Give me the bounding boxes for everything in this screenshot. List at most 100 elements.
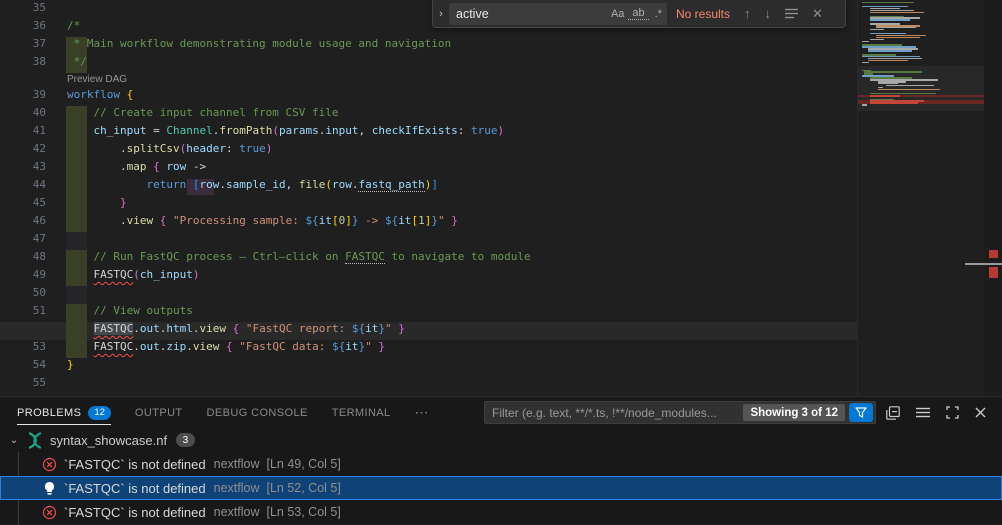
problem-row[interactable]: `FASTQC` is not definednextflow[Ln 49, C… — [0, 452, 1002, 476]
panel-more-tabs-icon[interactable]: ⋯ — [415, 397, 430, 428]
minimap-line — [868, 50, 912, 51]
code-text: FASTQC.out.html.view { "FastQC report: $… — [67, 322, 405, 340]
scroll-position-marker — [965, 263, 1002, 265]
code-text: */ — [67, 55, 87, 73]
problem-row[interactable]: `FASTQC` is not definednextflow[Ln 53, C… — [0, 500, 1002, 524]
panel-actions — [886, 397, 986, 428]
find-input[interactable] — [450, 7, 607, 21]
error-icon — [42, 505, 57, 520]
close-panel-icon[interactable] — [975, 407, 986, 418]
problem-position: [Ln 53, Col 5] — [266, 505, 340, 519]
panel-tab-output[interactable]: OUTPUT — [135, 397, 183, 428]
code-line-51[interactable]: // View outputs — [0, 304, 858, 322]
minimap-line — [876, 35, 926, 36]
minimap-error-text — [870, 102, 918, 104]
code-text: .view { "Processing sample: ${it[0]} -> … — [67, 214, 458, 232]
minimap-error-text — [870, 95, 900, 97]
problem-message: `FASTQC` is not defined — [64, 505, 206, 520]
code-text: .splitCsv(header: true) — [67, 142, 272, 160]
problems-filter-box[interactable]: Filter (e.g. text, **/*.ts, !**/node_mod… — [484, 401, 876, 424]
code-line-55[interactable] — [0, 376, 858, 394]
problem-position: [Ln 52, Col 5] — [266, 481, 340, 495]
code-text: /* — [67, 19, 80, 37]
code-line-44[interactable]: return [row.sample_id, file(row.fastq_pa… — [0, 178, 858, 196]
code-text: * Main workflow demonstrating module usa… — [67, 37, 451, 55]
code-editor[interactable]: 3536373839404142434445464748495051525354… — [0, 0, 1002, 396]
problems-file-row[interactable]: ⌄syntax_showcase.nf3 — [0, 428, 1002, 452]
problem-source: nextflow — [214, 481, 260, 495]
minimap-line — [870, 39, 884, 40]
showing-count-badge: Showing 3 of 12 — [743, 404, 845, 421]
regex-icon[interactable]: .* — [651, 8, 666, 20]
code-line-47[interactable] — [0, 232, 858, 250]
panel-tab-debug-console[interactable]: DEBUG CONSOLE — [207, 397, 308, 428]
find-previous-icon[interactable]: ↑ — [744, 6, 751, 21]
code-line-54[interactable]: } — [0, 358, 858, 376]
problem-message: `FASTQC` is not defined — [64, 481, 206, 496]
chevron-down-icon[interactable]: ⌄ — [6, 435, 22, 446]
minimap-line — [862, 2, 914, 3]
code-text: } — [67, 358, 74, 376]
code-line-38[interactable]: */ — [0, 55, 858, 73]
code-line-43[interactable]: .map { row -> — [0, 160, 858, 178]
code-line-39[interactable]: workflow { — [0, 88, 858, 106]
problem-source: nextflow — [214, 457, 260, 471]
whole-word-icon[interactable]: ab — [628, 7, 648, 20]
maximize-panel-icon[interactable] — [946, 406, 959, 419]
overview-ruler[interactable] — [984, 0, 1002, 396]
code-text: return [row.sample_id, file(row.fastq_pa… — [67, 178, 438, 196]
minimap-line — [862, 41, 869, 42]
panel-tab-problems[interactable]: PROBLEMS 12 — [17, 397, 111, 428]
problem-row[interactable]: `FASTQC` is not defined nextflow [Ln 52, C… — [0, 476, 1002, 500]
code-line-45[interactable]: } — [0, 196, 858, 214]
find-in-selection-icon[interactable] — [785, 8, 798, 19]
code-line-40[interactable]: // Create input channel from CSV file — [0, 106, 858, 124]
filter-funnel-button[interactable] — [849, 403, 873, 422]
panel-tab-label: PROBLEMS — [17, 407, 81, 419]
code-text: // View outputs — [67, 304, 193, 322]
code-line-50[interactable] — [0, 286, 858, 304]
bottom-panel: PROBLEMS 12 OUTPUT DEBUG CONSOLE TERMINAL ⋯ F… — [0, 396, 1002, 524]
nextflow-file-icon — [26, 432, 44, 449]
view-as-table-icon[interactable] — [916, 407, 930, 418]
minimap[interactable] — [858, 0, 984, 396]
minimap-line — [862, 62, 869, 63]
problems-count-badge: 12 — [88, 406, 111, 420]
collapse-all-icon[interactable] — [886, 406, 900, 420]
find-input-box[interactable]: Aa ab .* — [449, 3, 667, 25]
minimap-line — [868, 60, 908, 61]
code-text: } — [67, 196, 127, 214]
find-results-message: No results — [676, 7, 730, 21]
filter-placeholder[interactable]: Filter (e.g. text, **/*.ts, !**/node_mod… — [485, 406, 743, 420]
panel-tab-label: ⋯ — [415, 404, 430, 421]
match-case-icon[interactable]: Aa — [607, 8, 628, 20]
minimap-line — [862, 104, 867, 105]
code-line-49[interactable]: FASTQC(ch_input) — [0, 268, 858, 286]
code-line-42[interactable]: .splitCsv(header: true) — [0, 142, 858, 160]
error-icon — [42, 457, 57, 472]
code-text: // Run FastQC process – Ctrl–click on FA… — [67, 250, 531, 268]
code-text: FASTQC.out.zip.view { "FastQC data: ${it… — [67, 340, 385, 358]
code-line-46[interactable]: .view { "Processing sample: ${it[0]} -> … — [0, 214, 858, 232]
code-line-48[interactable]: // Run FastQC process – Ctrl–click on FA… — [0, 250, 858, 268]
problem-message: `FASTQC` is not defined — [64, 457, 206, 472]
panel-tab-terminal[interactable]: TERMINAL — [332, 397, 391, 428]
error-marker — [989, 267, 998, 278]
codelens-preview-dag[interactable]: Preview DAG — [67, 74, 127, 85]
panel-tab-label: DEBUG CONSOLE — [207, 407, 308, 419]
lightbulb-icon — [42, 481, 57, 496]
file-name: syntax_showcase.nf — [50, 433, 167, 448]
code-text: // Create input channel from CSV file — [67, 106, 339, 124]
code-text: workflow { — [67, 88, 133, 106]
code-line-52[interactable]: FASTQC.out.html.view { "FastQC report: $… — [0, 322, 858, 340]
minimap-line — [870, 10, 914, 11]
code-text: ch_input = Channel.fromPath(params.input… — [67, 124, 504, 142]
find-next-icon[interactable]: ↓ — [765, 6, 772, 21]
code-line-41[interactable]: ch_input = Channel.fromPath(params.input… — [0, 124, 858, 142]
find-close-icon[interactable]: ✕ — [812, 6, 823, 22]
panel-tab-label: OUTPUT — [135, 407, 183, 419]
code-area[interactable]: 3536373839404142434445464748495051525354… — [0, 0, 858, 396]
toggle-replace-icon[interactable]: › — [433, 1, 449, 27]
code-line-53[interactable]: FASTQC.out.zip.view { "FastQC data: ${it… — [0, 340, 858, 358]
code-line-37[interactable]: * Main workflow demonstrating module usa… — [0, 37, 858, 55]
